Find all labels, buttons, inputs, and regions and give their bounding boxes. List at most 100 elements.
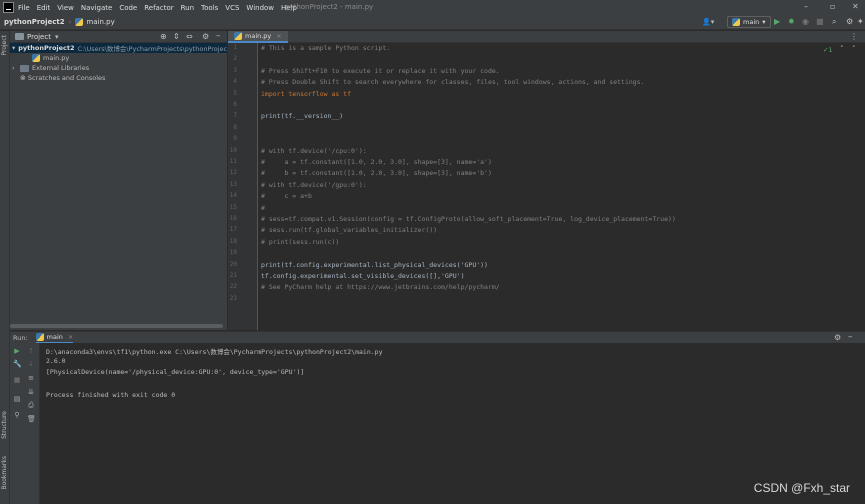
run-label: Run: <box>13 333 28 342</box>
line-number: 15 <box>229 203 237 211</box>
code-line: # a = tf.constant([1.0, 2.0, 3.0], shape… <box>261 158 492 166</box>
coverage-icon[interactable]: ◉ <box>802 17 809 26</box>
rerun-icon[interactable]: ▶ <box>13 347 21 355</box>
expand-all-icon[interactable]: ⇕ <box>173 32 180 41</box>
locate-file-icon[interactable]: ⊕ <box>160 32 167 41</box>
console-line-command: D:\anaconda3\envs\tf1\python.exe C:\User… <box>46 348 383 356</box>
soft-wrap-icon[interactable]: ≡ <box>27 374 35 382</box>
menu-edit[interactable]: Edit <box>37 4 51 12</box>
line-number: 4 <box>233 78 237 86</box>
window-title: pythonProject2 - main.py <box>285 3 374 11</box>
structure-tool-tab[interactable]: Structure <box>1 411 8 439</box>
code-line: # Press Double Shift to search everywher… <box>261 78 645 87</box>
menu-code[interactable]: Code <box>119 4 137 12</box>
collapse-all-icon[interactable]: ⇔ <box>186 32 193 41</box>
minimize-icon[interactable]: – <box>804 2 808 11</box>
menu-run[interactable]: Run <box>181 4 194 12</box>
ide-features-icon[interactable]: ✦ <box>857 17 864 26</box>
tree-item-label: External Libraries <box>32 64 90 72</box>
line-number: 14 <box>229 192 237 200</box>
line-number: 21 <box>229 272 237 279</box>
user-icon[interactable]: 👤▾ <box>702 18 714 26</box>
menu-window[interactable]: Window <box>246 4 274 12</box>
project-tool-tab[interactable]: Project <box>1 35 8 56</box>
menu-refactor[interactable]: Refactor <box>144 4 173 12</box>
line-number: 12 <box>229 169 237 177</box>
breadcrumb-project[interactable]: pythonProject2 <box>4 18 65 26</box>
project-root-name: pythonProject2 <box>18 44 75 52</box>
line-number: 19 <box>229 249 237 257</box>
debug-icon[interactable]: ✹ <box>788 17 795 26</box>
menu-view[interactable]: View <box>57 4 74 12</box>
layout-icon[interactable]: ▤ <box>13 395 21 403</box>
menu-vcs[interactable]: VCS <box>225 4 239 12</box>
tree-item-external-libraries[interactable]: › External Libraries <box>10 63 227 73</box>
delete-icon[interactable]: 🗑 <box>27 415 36 423</box>
close-tab-icon[interactable]: × <box>276 32 281 40</box>
horizontal-scrollbar[interactable] <box>10 324 223 328</box>
pycharm-logo-icon <box>3 2 14 13</box>
breadcrumb-file[interactable]: main.py <box>75 18 115 26</box>
run-icon[interactable]: ▶ <box>774 17 780 26</box>
code-line: # <box>261 203 265 212</box>
chevron-down-icon: ▾ <box>762 18 766 26</box>
settings-icon[interactable]: ⚙ <box>846 17 853 26</box>
tree-item-label: Scratches and Consoles <box>27 74 106 82</box>
menu-navigate[interactable]: Navigate <box>81 4 112 12</box>
line-number: 23 <box>229 294 237 302</box>
line-number: 18 <box>229 237 237 245</box>
tree-item-main-py[interactable]: main.py <box>10 53 227 63</box>
project-panel-title[interactable]: Project <box>27 33 51 41</box>
line-number: 11 <box>229 158 237 165</box>
tree-item-scratches[interactable]: ⊗ Scratches and Consoles <box>10 73 227 83</box>
next-highlight-icon[interactable]: ˅ <box>852 45 856 53</box>
editor-tab-bar: main.py × ⋮ <box>228 31 865 43</box>
maximize-icon[interactable]: ▫ <box>830 2 835 11</box>
watermark: CSDN @Fxh_star <box>753 481 850 495</box>
close-icon[interactable]: ✕ <box>852 2 859 11</box>
inspection-ok-icon[interactable]: ✓1 <box>823 46 833 54</box>
console-line-exit: Process finished with exit code 0 <box>46 391 176 399</box>
panel-settings-icon[interactable]: ⚙ <box>202 32 209 41</box>
line-number: 2 <box>233 55 237 63</box>
project-panel-header: Project ▾ ⊕ ⇕ ⇔ ⚙ – <box>10 31 227 43</box>
menu-tools[interactable]: Tools <box>201 4 218 12</box>
wrench-icon[interactable]: 🔧 <box>13 360 22 368</box>
run-console-output[interactable]: D:\anaconda3\envs\tf1\python.exe C:\User… <box>40 343 865 504</box>
scroll-to-end-icon[interactable]: ⇊ <box>27 388 35 396</box>
hide-panel-icon[interactable]: – <box>216 31 221 41</box>
search-icon[interactable]: ⌕ <box>832 17 836 27</box>
chevron-down-icon[interactable]: ▾ <box>55 33 59 41</box>
bookmarks-tool-tab[interactable]: Bookmarks <box>1 456 8 490</box>
code-editor[interactable]: ✓1 ˄ ˅ # This is a sample Python script.… <box>258 43 865 330</box>
print-icon[interactable]: ⎙ <box>27 401 35 409</box>
line-number: 1 <box>233 44 237 51</box>
menu-file[interactable]: File <box>18 4 30 12</box>
code-line: import tensorflow as tf <box>261 89 352 98</box>
more-tabs-icon[interactable]: ⋮ <box>850 32 858 41</box>
close-tab-icon[interactable]: × <box>68 333 73 341</box>
run-config-select[interactable]: main ▾ <box>727 16 771 28</box>
python-run-icon <box>35 332 44 341</box>
line-number: 6 <box>233 101 237 108</box>
tab-main-py[interactable]: main.py × <box>228 31 288 43</box>
python-run-config-icon <box>732 18 740 26</box>
prev-highlight-icon[interactable]: ˄ <box>840 45 844 53</box>
code-line: # This is a sample Python script. <box>261 44 391 52</box>
code-line: # with tf.device('/cpu:0'): <box>261 146 367 155</box>
pin-icon[interactable]: ⚲ <box>13 411 21 419</box>
stop-icon[interactable]: ■ <box>816 17 824 26</box>
hide-run-panel-icon[interactable]: – <box>848 332 853 342</box>
line-number: 5 <box>233 89 237 97</box>
code-line: print(tf.config.experimental.list_physic… <box>261 260 488 269</box>
stop-icon[interactable]: ■ <box>13 376 21 384</box>
run-config-label: main <box>743 18 760 26</box>
chevron-down-icon[interactable]: ▾ <box>12 44 15 52</box>
tree-item-project-root[interactable]: ▾ pythonProject2 C:\Users\数博会\PycharmPro… <box>10 43 227 53</box>
down-stack-icon[interactable]: ↓ <box>27 360 35 368</box>
up-stack-icon[interactable]: ↑ <box>27 347 35 355</box>
run-tab-main[interactable]: main × <box>35 332 74 344</box>
navigation-bar: pythonProject2 › main.py 👤▾ main ▾ ▶ ✹ ◉ … <box>0 15 865 30</box>
chevron-right-icon[interactable]: › <box>12 64 20 72</box>
run-settings-icon[interactable]: ⚙ <box>834 333 841 342</box>
